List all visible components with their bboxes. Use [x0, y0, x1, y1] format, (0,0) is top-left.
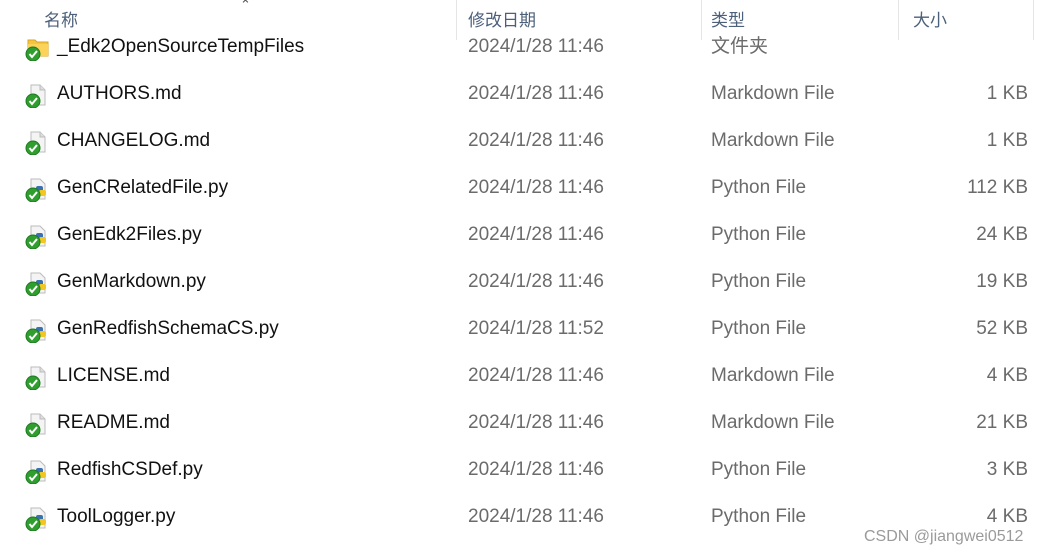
file-type: Python File [711, 318, 807, 339]
file-name: GenCRelatedFile.py [57, 177, 229, 198]
file-type: Python File [711, 224, 807, 245]
file-name: _Edk2OpenSourceTempFiles [57, 36, 305, 57]
file-name: RedfishCSDef.py [57, 459, 203, 480]
file-date: 2024/1/28 11:46 [468, 224, 604, 245]
file-type: Python File [711, 177, 807, 198]
file-type: Markdown File [711, 365, 835, 386]
file-row[interactable]: CHANGELOG.md 2024/1/28 11:46 Markdown File… [0, 117, 1050, 164]
file-size: 21 KB [976, 412, 1028, 433]
file-size: 19 KB [976, 271, 1028, 292]
file-date: 2024/1/28 11:52 [468, 318, 604, 339]
file-type: Python File [711, 271, 807, 292]
file-type: Python File [711, 506, 807, 527]
file-name: CHANGELOG.md [57, 130, 211, 151]
file-date: 2024/1/28 11:46 [468, 83, 604, 104]
file-row[interactable]: GenRedfishSchemaCS.py 2024/1/28 11:52 Pyth… [0, 305, 1050, 352]
file-name: LICENSE.md [57, 365, 170, 386]
python-icon [25, 317, 51, 344]
file-icon [25, 411, 51, 438]
file-name: AUTHORS.md [57, 83, 182, 104]
file-name: GenEdk2Files.py [57, 224, 202, 245]
watermark: CSDN @jiangwei0512 [864, 528, 1024, 545]
python-icon [25, 505, 51, 532]
file-size: 4 KB [986, 365, 1028, 386]
file-date: 2024/1/28 11:46 [468, 506, 604, 527]
chevron-up-icon: ⌃ [240, 0, 251, 12]
python-icon [25, 223, 51, 250]
python-icon [25, 270, 51, 297]
file-type: Python File [711, 459, 807, 480]
file-name: README.md [57, 412, 170, 433]
python-icon [25, 458, 51, 485]
file-date: 2024/1/28 11:46 [468, 412, 604, 433]
file-row[interactable]: GenMarkdown.py 2024/1/28 11:46 Python File… [0, 258, 1050, 305]
file-type: 文件夹 [711, 36, 769, 57]
file-name: GenRedfishSchemaCS.py [57, 318, 279, 339]
file-size: 52 KB [976, 318, 1028, 339]
file-size: 24 KB [976, 224, 1028, 245]
file-date: 2024/1/28 11:46 [468, 459, 604, 480]
file-row[interactable]: GenCRelatedFile.py 2024/1/28 11:46 Python … [0, 164, 1050, 211]
file-type: Markdown File [711, 412, 835, 433]
file-size: 1 KB [986, 130, 1028, 151]
file-row[interactable]: AUTHORS.md 2024/1/28 11:46 Markdown File 1 … [0, 70, 1050, 117]
file-date: 2024/1/28 11:46 [468, 365, 604, 386]
file-size: 3 KB [986, 459, 1028, 480]
file-size: 1 KB [986, 83, 1028, 104]
file-name: ToolLogger.py [57, 506, 176, 527]
file-date: 2024/1/28 11:46 [468, 177, 604, 198]
file-row[interactable]: _Edk2OpenSourceTempFiles 2024/1/28 11:46 文… [0, 23, 1050, 70]
file-row[interactable]: README.md 2024/1/28 11:46 Markdown File 21 … [0, 399, 1050, 446]
file-type: Markdown File [711, 83, 835, 104]
file-row[interactable]: GenEdk2Files.py 2024/1/28 11:46 Python Fil… [0, 211, 1050, 258]
file-size: 112 KB [967, 177, 1028, 198]
file-type: Markdown File [711, 130, 835, 151]
file-row[interactable]: RedfishCSDef.py 2024/1/28 11:46 Python Fil… [0, 446, 1050, 493]
file-name: GenMarkdown.py [57, 271, 206, 292]
file-date: 2024/1/28 11:46 [468, 271, 604, 292]
file-icon [25, 364, 51, 391]
file-icon [25, 129, 51, 156]
python-icon [25, 176, 51, 203]
folder-icon [25, 35, 51, 62]
file-row[interactable]: LICENSE.md 2024/1/28 11:46 Markdown File 4 … [0, 352, 1050, 399]
file-icon [25, 82, 51, 109]
file-date: 2024/1/28 11:46 [468, 36, 604, 57]
file-date: 2024/1/28 11:46 [468, 130, 604, 151]
